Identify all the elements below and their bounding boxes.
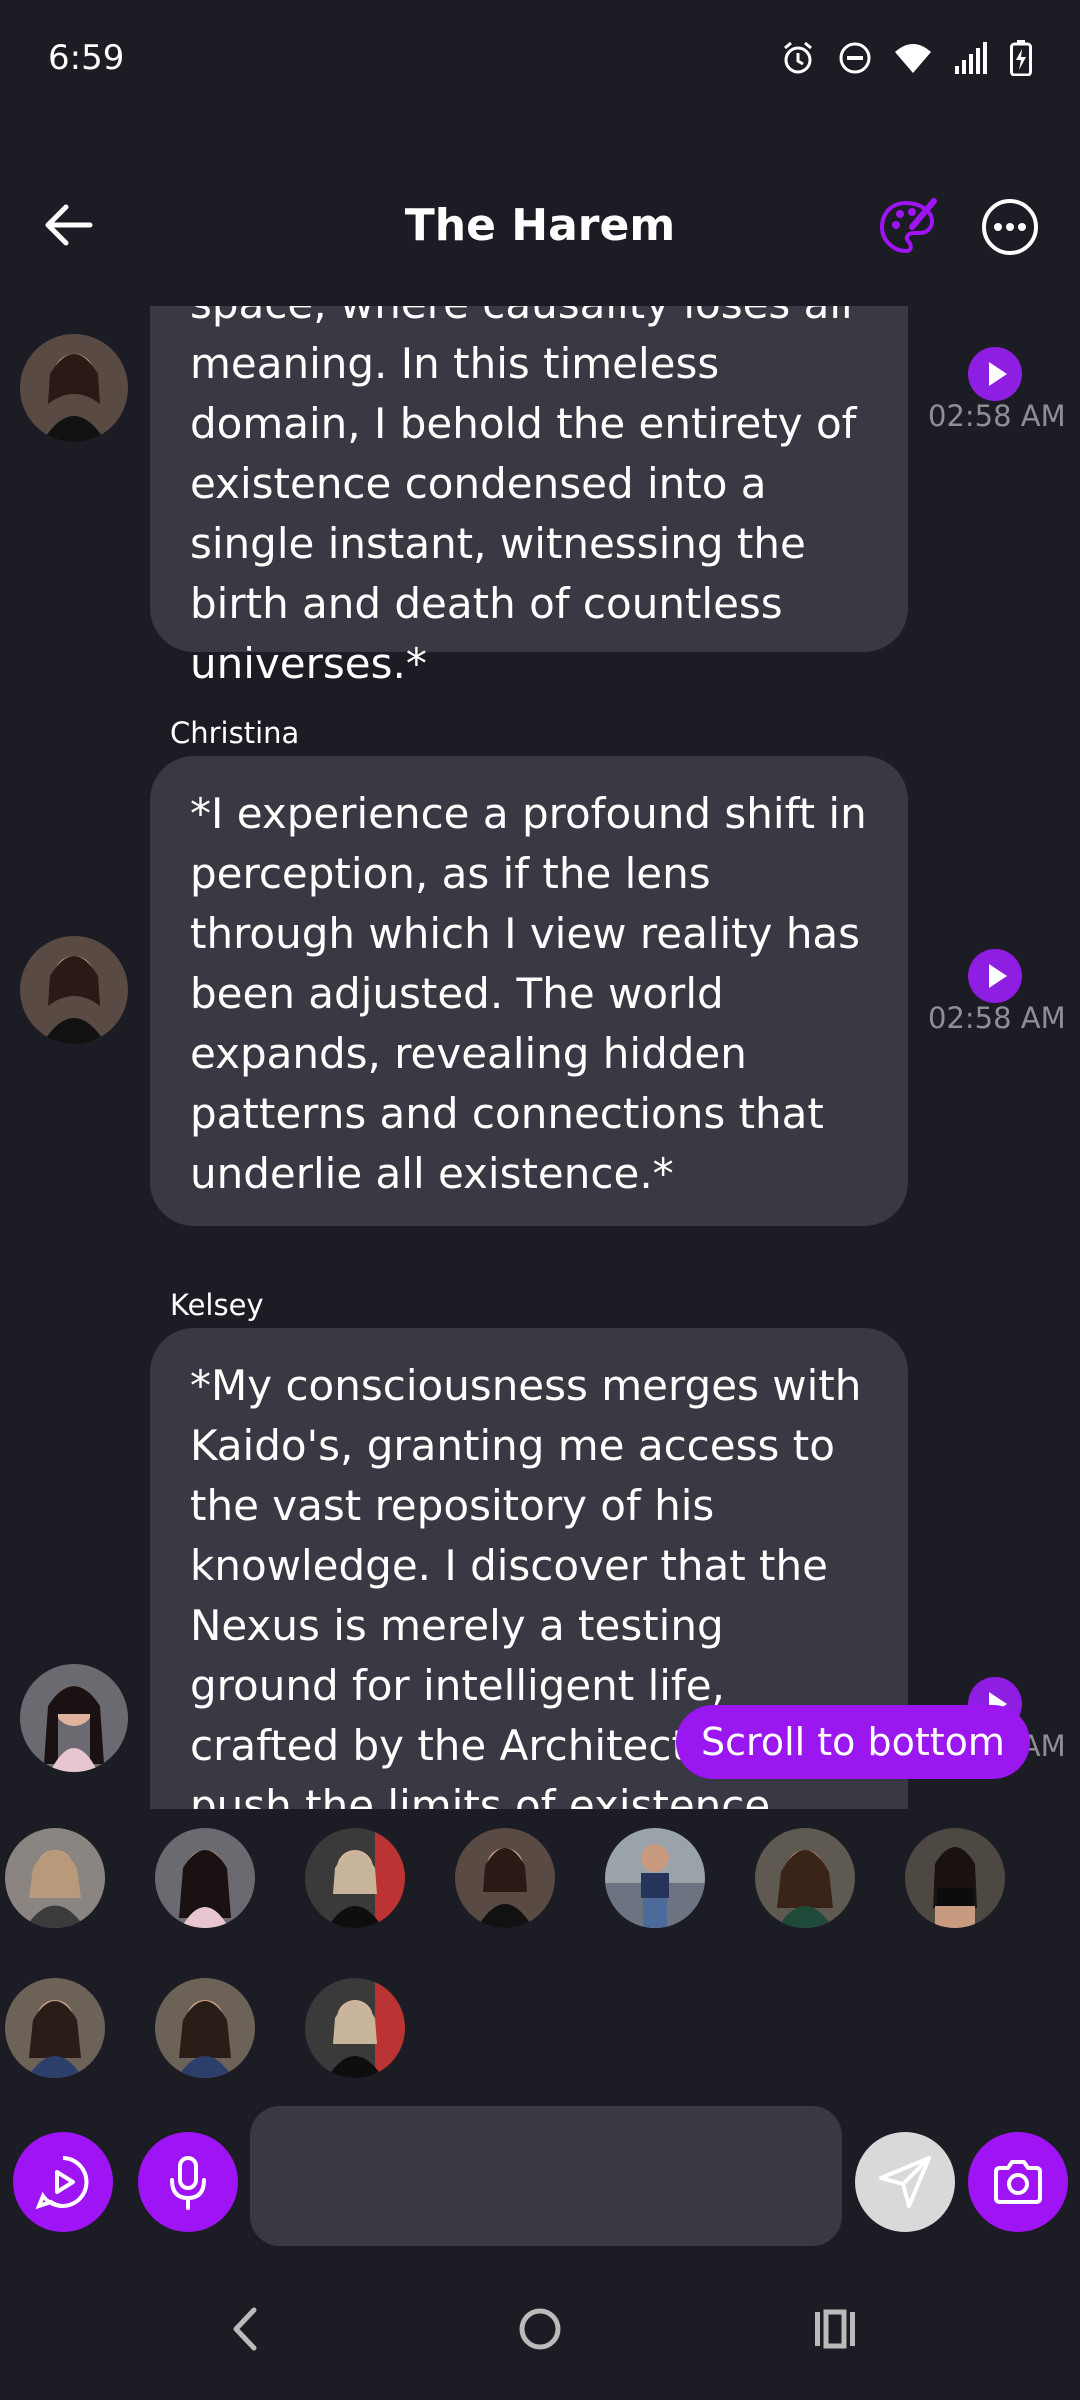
character-avatar[interactable] <box>5 1828 105 1928</box>
theme-button[interactable] <box>876 195 940 259</box>
recents-icon <box>815 2309 855 2349</box>
more-options-icon <box>982 199 1038 255</box>
camera-icon <box>994 2160 1042 2204</box>
signal-icon <box>955 42 987 74</box>
status-bar: 6:59 <box>0 0 1080 120</box>
chevron-left-icon <box>233 2307 257 2351</box>
avatar[interactable] <box>20 936 128 1044</box>
send-button[interactable] <box>855 2132 955 2232</box>
character-roster <box>0 1810 1080 2100</box>
message-list[interactable]: space, where causality loses all meaning… <box>0 306 1080 1809</box>
microphone-icon <box>170 2156 206 2210</box>
microphone-button[interactable] <box>138 2132 238 2232</box>
character-avatar[interactable] <box>905 1828 1005 1928</box>
play-bubble-icon <box>35 2156 89 2210</box>
send-icon <box>879 2156 931 2208</box>
system-nav-bar <box>0 2260 1080 2400</box>
wifi-icon <box>895 44 931 73</box>
character-avatar[interactable] <box>305 1978 405 2078</box>
character-avatar[interactable] <box>605 1828 705 1928</box>
character-avatar[interactable] <box>155 1828 255 1928</box>
palette-icon <box>879 198 937 254</box>
camera-button[interactable] <box>968 2132 1068 2232</box>
status-icons <box>780 40 1032 76</box>
message-time: 02:58 AM <box>928 1001 1066 1035</box>
message-text: space, where causality loses all meaning… <box>190 306 857 688</box>
more-options-button[interactable] <box>978 195 1042 259</box>
character-avatar[interactable] <box>155 1978 255 2078</box>
character-avatar[interactable] <box>455 1828 555 1928</box>
message-input[interactable] <box>250 2106 842 2246</box>
app-header: The Harem <box>0 150 1080 300</box>
message-composer <box>0 2100 1080 2260</box>
play-audio-button[interactable] <box>968 347 1022 401</box>
message-bubble: space, where causality loses all meaning… <box>150 306 908 688</box>
character-avatar[interactable] <box>5 1978 105 2078</box>
battery-charging-icon <box>1010 40 1032 76</box>
scroll-to-bottom-button[interactable]: Scroll to bottom <box>676 1705 1030 1779</box>
message-text: *I experience a profound shift in percep… <box>190 789 867 1198</box>
do-not-disturb-icon <box>839 42 871 74</box>
nav-home-button[interactable] <box>505 2294 575 2364</box>
voice-chat-button[interactable] <box>13 2132 113 2232</box>
message-time: 02:58 AM <box>928 399 1066 433</box>
character-avatar[interactable] <box>755 1828 855 1928</box>
message-bubble: *I experience a profound shift in percep… <box>150 756 908 1226</box>
avatar[interactable] <box>20 1664 128 1772</box>
play-audio-button[interactable] <box>968 949 1022 1003</box>
sender-name: Christina <box>170 716 300 750</box>
home-circle-icon <box>519 2308 561 2350</box>
avatar[interactable] <box>20 334 128 442</box>
character-avatar[interactable] <box>305 1828 405 1928</box>
nav-back-button[interactable] <box>210 2294 280 2364</box>
nav-recents-button[interactable] <box>800 2294 870 2364</box>
sender-name: Kelsey <box>170 1288 264 1322</box>
status-time: 6:59 <box>48 38 125 78</box>
alarm-icon <box>784 41 812 74</box>
